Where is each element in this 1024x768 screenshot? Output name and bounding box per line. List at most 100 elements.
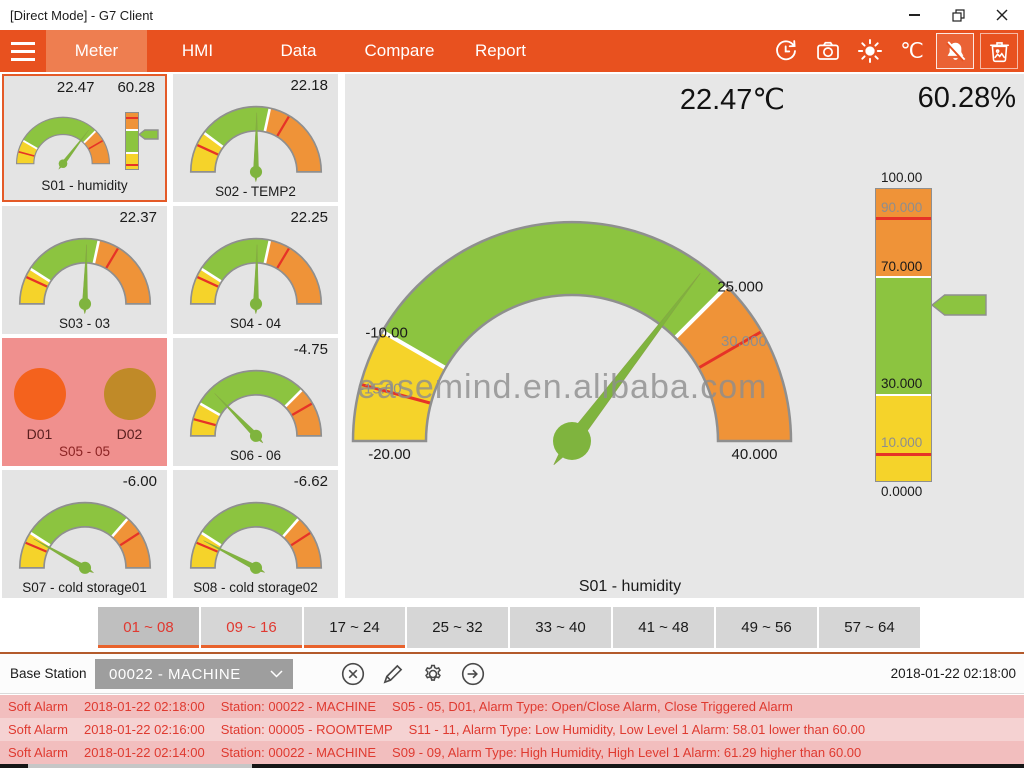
bar-body: 90.00070.00030.00010.000	[875, 188, 989, 482]
tile-value-row: -4.75	[173, 338, 338, 360]
minimize-icon	[909, 14, 920, 16]
indicator-label: D01	[27, 426, 53, 442]
alarm-time: 2018-01-22 02:18:00	[84, 699, 205, 714]
alarm-detail: S09 - 09, Alarm Type: High Humidity, Hig…	[392, 745, 861, 760]
main-nav: MeterHMIDataCompareReport	[46, 30, 551, 72]
alarm-time: 2018-01-22 02:14:00	[84, 745, 205, 760]
alarm-station: Station: 00022 - MACHINE	[221, 745, 376, 760]
station-dropdown[interactable]: 00022 - MACHINE	[95, 659, 293, 689]
toolbar-timestamp: 2018-01-22 02:18:00	[891, 666, 1016, 681]
menu-item-meter[interactable]: Meter	[46, 30, 147, 72]
menu-item-report[interactable]: Report	[450, 30, 551, 72]
edit-icon[interactable]	[380, 661, 406, 687]
restore-button[interactable]	[936, 0, 980, 30]
bar-min-label: 0.0000	[875, 482, 1005, 502]
export-icon[interactable]	[460, 661, 486, 687]
tab-25-32[interactable]: 25 ~ 32	[407, 607, 508, 648]
tile-label: S02 - TEMP2	[173, 184, 338, 202]
menu-icon-group: ℃	[768, 30, 1024, 72]
tile-label: S01 - humidity	[4, 178, 165, 200]
tab-49-56[interactable]: 49 ~ 56	[716, 607, 817, 648]
menu-item-data[interactable]: Data	[248, 30, 349, 72]
alarm-type: Soft Alarm	[8, 722, 68, 737]
menu-item-compare[interactable]: Compare	[349, 30, 450, 72]
tile-value: 22.25	[290, 209, 328, 228]
tile-label: S03 - 03	[2, 316, 167, 334]
tile-label: S05 - 05	[2, 444, 167, 466]
clear-alarm-icon[interactable]	[980, 33, 1018, 69]
tile-label: S08 - cold storage02	[173, 580, 338, 598]
tab-label: 57 ~ 64	[844, 619, 894, 636]
meter-tile-s02[interactable]: 22.18 S02 - TEMP2	[173, 74, 338, 202]
meter-tile-s05[interactable]: D01 D02 S05 - 05	[2, 338, 167, 466]
alarm-type: Soft Alarm	[8, 745, 68, 760]
tile-value-row: 22.37	[2, 206, 167, 228]
tab-label: 25 ~ 32	[432, 619, 482, 636]
tile-label: S06 - 06	[173, 448, 338, 466]
svg-text:-20.00: -20.00	[368, 446, 411, 463]
meter-tile-s03[interactable]: 22.37 S03 - 03	[2, 206, 167, 334]
main-bar-gauge: 100.00 90.00070.00030.00010.000 0.0000	[875, 168, 1005, 502]
meter-tile-s01[interactable]: 22.4760.28 S01 - humidity	[2, 74, 167, 202]
bar-max-label: 100.00	[875, 168, 1005, 188]
alarm-row[interactable]: Soft Alarm 2018-01-22 02:18:00 Station: …	[0, 695, 1024, 718]
settings-icon[interactable]	[420, 661, 446, 687]
camera-icon[interactable]	[810, 34, 846, 68]
main-gauge-label: S01 - humidity	[475, 578, 785, 596]
tab-33-40[interactable]: 33 ~ 40	[510, 607, 611, 648]
svg-text:-15.00: -15.00	[359, 381, 402, 398]
temperature-readout: 22.47℃	[585, 82, 785, 117]
tile-value: -6.00	[123, 473, 157, 492]
tile-gauge: D01 D02	[2, 365, 167, 444]
tile-value-row	[2, 338, 167, 365]
alarm-station: Station: 00022 - MACHINE	[221, 699, 376, 714]
tile-value-row: -6.00	[2, 470, 167, 492]
menu-item-hmi[interactable]: HMI	[147, 30, 248, 72]
tab-label: 49 ~ 56	[741, 619, 791, 636]
alarm-log: Soft Alarm 2018-01-22 02:18:00 Station: …	[0, 695, 1024, 764]
unit-celsius-icon[interactable]: ℃	[894, 34, 930, 68]
close-button[interactable]	[980, 0, 1024, 30]
digital-indicator: D01	[14, 368, 66, 442]
tile-value: -4.75	[294, 341, 328, 360]
station-toolbar: Base Station 00022 - MACHINE 2018-01-22 …	[0, 652, 1024, 694]
brightness-icon[interactable]	[852, 34, 888, 68]
tab-17-24[interactable]: 17 ~ 24	[304, 607, 405, 648]
meter-tile-grid: 22.4760.28 S01 - humidity22.18 S02 - TEM…	[2, 74, 338, 598]
station-dropdown-value: 00022 - MACHINE	[109, 666, 270, 683]
indicator-dot	[104, 368, 156, 420]
tile-gauge	[173, 228, 338, 316]
meter-tile-s08[interactable]: -6.62 S08 - cold storage02	[173, 470, 338, 598]
scrollbar-thumb[interactable]	[28, 764, 252, 768]
alarm-time: 2018-01-22 02:16:00	[84, 722, 205, 737]
meter-tile-s06[interactable]: -4.75 S06 - 06	[173, 338, 338, 466]
alarm-row[interactable]: Soft Alarm 2018-01-22 02:16:00 Station: …	[0, 718, 1024, 741]
alarm-row[interactable]: Soft Alarm 2018-01-22 02:14:00 Station: …	[0, 741, 1024, 764]
tab-01-08[interactable]: 01 ~ 08	[98, 607, 199, 648]
tab-57-64[interactable]: 57 ~ 64	[819, 607, 920, 648]
hamburger-menu-icon[interactable]	[0, 30, 46, 72]
tab-underline	[98, 645, 199, 648]
tab-label: 09 ~ 16	[226, 619, 276, 636]
window-title: [Direct Mode] - G7 Client	[10, 8, 892, 23]
base-station-label: Base Station	[10, 666, 87, 681]
tile-value-row: -6.62	[173, 470, 338, 492]
meter-tile-s04[interactable]: 22.25 S04 - 04	[173, 206, 338, 334]
tab-underline	[304, 645, 405, 648]
svg-text:25.000: 25.000	[717, 279, 763, 296]
tile-gauge	[173, 96, 338, 184]
sync-icon[interactable]	[768, 34, 804, 68]
alarm-mute-icon[interactable]	[936, 33, 974, 69]
tile-value-row: 22.4760.28	[4, 76, 165, 103]
cancel-icon[interactable]	[340, 661, 366, 687]
tab-label: 41 ~ 48	[638, 619, 688, 636]
tile-bar-gauge	[125, 109, 161, 173]
menu-bar: MeterHMIDataCompareReport ℃	[0, 30, 1024, 72]
tab-09-16[interactable]: 09 ~ 16	[201, 607, 302, 648]
svg-text:40.000: 40.000	[732, 446, 778, 463]
indicator-label: D02	[117, 426, 143, 442]
minimize-button[interactable]	[892, 0, 936, 30]
tab-41-48[interactable]: 41 ~ 48	[613, 607, 714, 648]
horizontal-scrollbar[interactable]	[0, 764, 1024, 768]
meter-tile-s07[interactable]: -6.00 S07 - cold storage01	[2, 470, 167, 598]
